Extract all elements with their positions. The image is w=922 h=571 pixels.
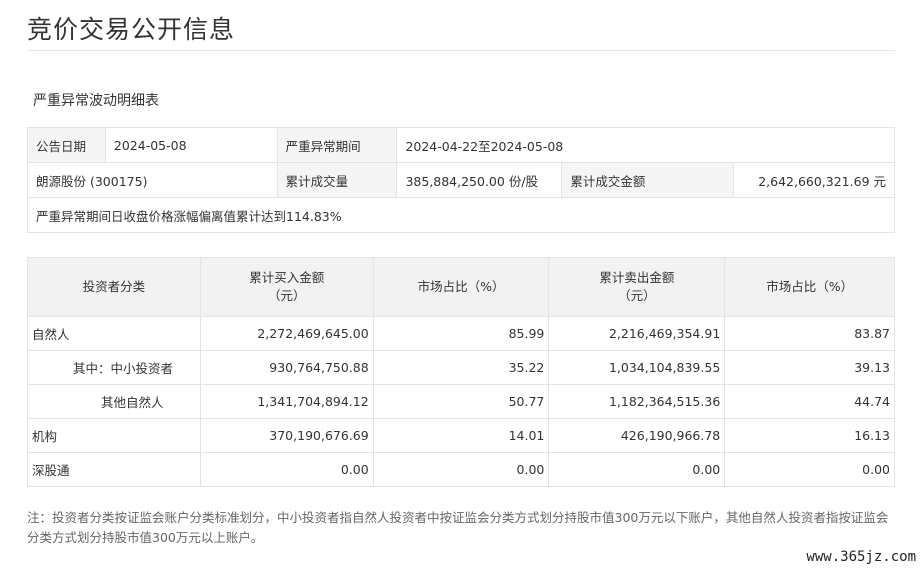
table-row: 其他自然人 1,341,704,894.12 50.77 1,182,364,5…: [27, 384, 895, 419]
header-category: 投资者分类: [27, 257, 201, 317]
volume-value: 385,884,250.00 份/股: [396, 162, 563, 198]
deviation-text: 严重异常期间日收盘价格涨幅偏离值累计达到114.83%: [27, 197, 895, 233]
title-divider: [27, 50, 895, 51]
amount-value: 2,642,660,321.69 元: [733, 162, 895, 198]
header-sell-amount-line2: （元）: [618, 288, 656, 303]
row-buy-share: 0.00: [372, 452, 550, 487]
row-buy-share: 50.77: [372, 384, 550, 419]
header-buy-amount-line2: （元）: [267, 288, 306, 303]
row-buy-share: 14.01: [372, 418, 550, 453]
row-category: 其中：中小投资者: [27, 350, 201, 385]
row-buy-amount: 370,190,676.69: [199, 418, 374, 453]
section-title: 严重异常波动明细表: [33, 93, 159, 109]
row-sell-share: 44.74: [724, 384, 895, 419]
investor-detail-table: 投资者分类 累计买入金额 （元） 市场占比（%） 累计卖出金额 （元） 市场占比…: [27, 257, 895, 487]
row-sell-amount: 426,190,966.78: [548, 418, 726, 453]
row-buy-amount: 1,341,704,894.12: [199, 384, 374, 419]
footnote: 注：投资者分类按证监会账户分类标准划分，中小投资者指自然人投资者中按证监会分类方…: [27, 510, 889, 545]
row-buy-amount: 930,764,750.88: [199, 350, 374, 385]
watermark: www.365jz.com: [806, 549, 916, 565]
table-row: 深股通 0.00 0.00 0.00 0.00: [27, 452, 895, 487]
volume-label: 累计成交量: [276, 162, 398, 198]
amount-label: 累计成交金额: [561, 162, 735, 198]
header-buy-amount: 累计买入金额 （元）: [199, 257, 374, 317]
row-sell-amount: 0.00: [548, 452, 726, 487]
row-category: 其他自然人: [27, 384, 201, 419]
header-sell-share: 市场占比（%）: [724, 257, 895, 317]
row-category: 机构: [27, 418, 201, 453]
period-label: 严重异常期间: [276, 127, 398, 163]
row-category: 自然人: [27, 316, 201, 351]
row-category: 深股通: [27, 452, 201, 487]
header-sell-amount: 累计卖出金额 （元）: [548, 257, 726, 317]
row-buy-share: 35.22: [372, 350, 550, 385]
row-buy-share: 85.99: [372, 316, 550, 351]
summary-table: 公告日期 2024-05-08 严重异常期间 2024-04-22至2024-0…: [27, 127, 895, 233]
row-sell-share: 83.87: [724, 316, 895, 351]
summary-row-volume: 朗源股份 (300175) 累计成交量 385,884,250.00 份/股 累…: [27, 162, 895, 198]
announce-date-value: 2024-05-08: [104, 127, 278, 163]
row-sell-share: 16.13: [724, 418, 895, 453]
header-buy-amount-line1: 累计买入金额: [249, 270, 325, 285]
row-sell-amount: 1,034,104,839.55: [548, 350, 726, 385]
header-buy-share: 市场占比（%）: [372, 257, 550, 317]
summary-row-date: 公告日期 2024-05-08 严重异常期间 2024-04-22至2024-0…: [27, 127, 895, 163]
header-sell-amount-line1: 累计卖出金额: [599, 270, 675, 285]
row-buy-amount: 0.00: [199, 452, 374, 487]
page-title: 竞价交易公开信息: [27, 15, 236, 44]
table-row: 其中：中小投资者 930,764,750.88 35.22 1,034,104,…: [27, 350, 895, 385]
summary-row-deviation: 严重异常期间日收盘价格涨幅偏离值累计达到114.83%: [27, 197, 895, 233]
detail-header-row: 投资者分类 累计买入金额 （元） 市场占比（%） 累计卖出金额 （元） 市场占比…: [27, 257, 895, 317]
row-sell-share: 39.13: [724, 350, 895, 385]
row-buy-amount: 2,272,469,645.00: [199, 316, 374, 351]
period-value: 2024-04-22至2024-05-08: [396, 127, 895, 163]
stock-name: 朗源股份 (300175): [27, 162, 278, 198]
table-row: 自然人 2,272,469,645.00 85.99 2,216,469,354…: [27, 316, 895, 351]
announce-date-label: 公告日期: [27, 127, 106, 163]
row-sell-amount: 2,216,469,354.91: [548, 316, 726, 351]
row-sell-share: 0.00: [724, 452, 895, 487]
table-row: 机构 370,190,676.69 14.01 426,190,966.78 1…: [27, 418, 895, 453]
row-sell-amount: 1,182,364,515.36: [548, 384, 726, 419]
